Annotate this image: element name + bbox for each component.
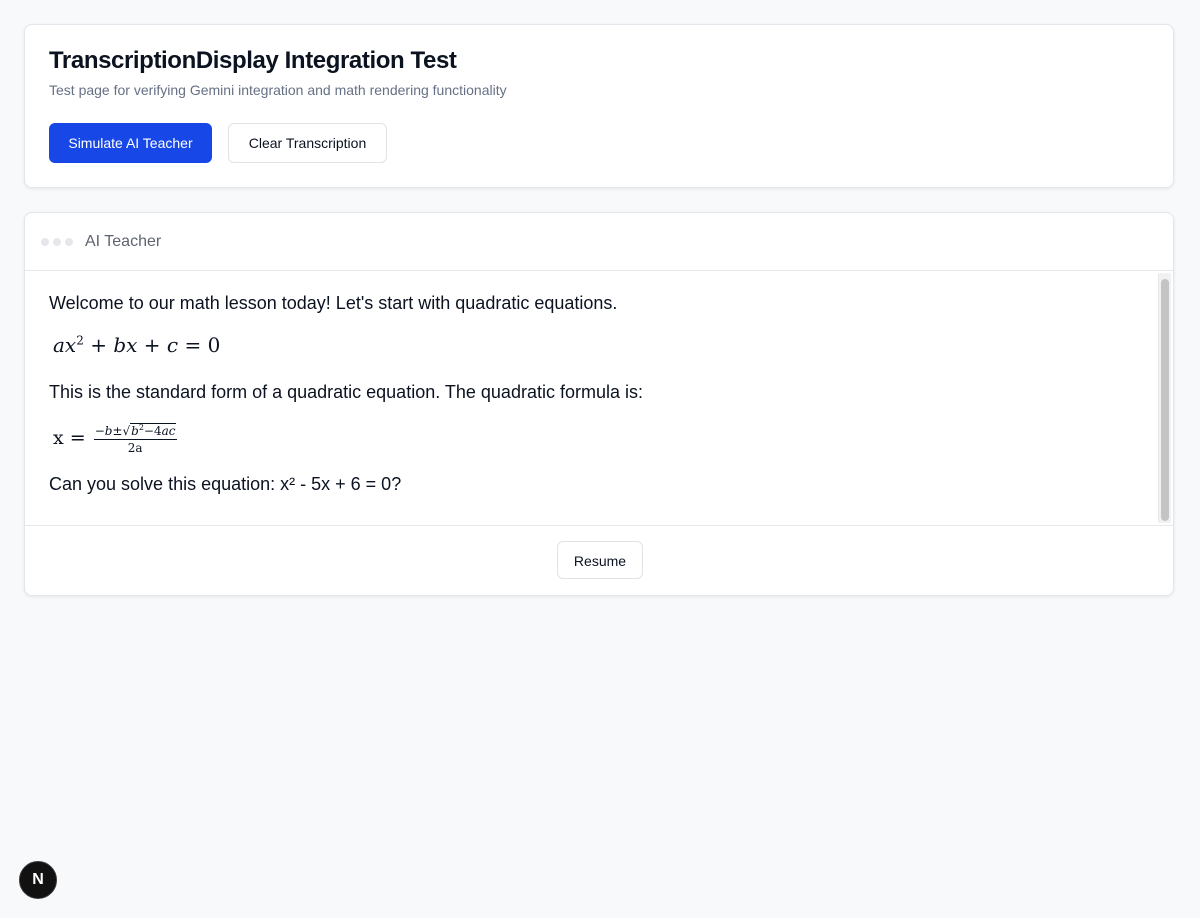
formula-numerator: −b±√b2−4ac	[93, 423, 177, 440]
page-subtitle: Test page for verifying Gemini integrati…	[49, 82, 507, 98]
test-header-card: TranscriptionDisplay Integration Test Te…	[24, 24, 1174, 188]
scrollbar[interactable]	[1158, 273, 1171, 523]
transcript-line: This is the standard form of a quadratic…	[49, 382, 643, 402]
page-title: TranscriptionDisplay Integration Test	[49, 47, 457, 74]
speaker-label: AI Teacher	[85, 233, 162, 250]
transcription-content[interactable]: Welcome to our math lesson today! Let's …	[25, 271, 1173, 526]
dot	[41, 238, 49, 246]
transcription-header: AI Teacher	[25, 213, 1173, 271]
equation-quadratic-formula: x = −b±√b2−4ac 2a	[53, 421, 177, 455]
three-dots-icon	[41, 238, 73, 246]
formula-fraction: −b±√b2−4ac 2a	[93, 421, 177, 455]
resume-button[interactable]: Resume	[557, 541, 643, 579]
simulate-ai-teacher-button[interactable]: Simulate AI Teacher	[49, 123, 212, 163]
transcript-line: Welcome to our math lesson today! Let's …	[49, 293, 618, 313]
formula-lhs: x =	[53, 427, 86, 449]
dot	[53, 238, 61, 246]
scrollbar-thumb[interactable]	[1161, 279, 1169, 521]
transcription-display: AI Teacher Welcome to our math lesson to…	[24, 212, 1174, 596]
formula-denominator: 2a	[127, 441, 143, 455]
clear-transcription-button[interactable]: Clear Transcription	[228, 123, 387, 163]
equation-standard-form: ax2 + bx + c = 0	[53, 333, 221, 357]
nextjs-logo-icon[interactable]: N	[19, 861, 57, 899]
transcript-line: Can you solve this equation: x² - 5x + 6…	[49, 474, 402, 494]
dot	[65, 238, 73, 246]
